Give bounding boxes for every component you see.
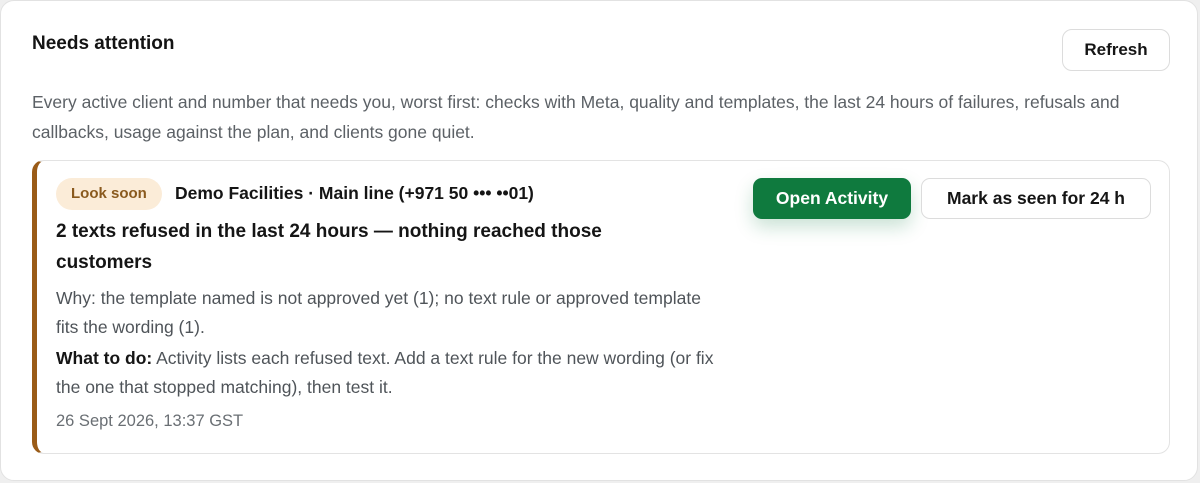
panel-title: Needs attention [32,33,175,54]
item-subject: Demo Facilities · Main line (+971 50 •••… [175,183,534,203]
mark-as-seen-button[interactable]: Mark as seen for 24 h [921,178,1151,219]
item-next-steps: What to do: Activity lists each refused … [56,344,716,402]
panel-description: Every active client and number that need… [32,92,1120,142]
item-timestamp: 26 Sept 2026, 13:37 GST [56,412,244,430]
needs-attention-panel: Needs attention Refresh Every active cli… [0,0,1198,481]
open-activity-button[interactable]: Open Activity [753,178,911,219]
attention-item: Look soon Demo Facilities · Main line (+… [32,160,1170,454]
item-headline: 2 texts refused in the last 24 hours — n… [56,221,602,273]
priority-badge: Look soon [56,178,162,210]
item-reason: Why: the template named is not approved … [56,288,701,337]
what-to-do-text: Activity lists each refused text. Add a … [56,348,714,397]
refresh-button[interactable]: Refresh [1062,29,1170,71]
what-to-do-label: What to do: [56,348,153,368]
